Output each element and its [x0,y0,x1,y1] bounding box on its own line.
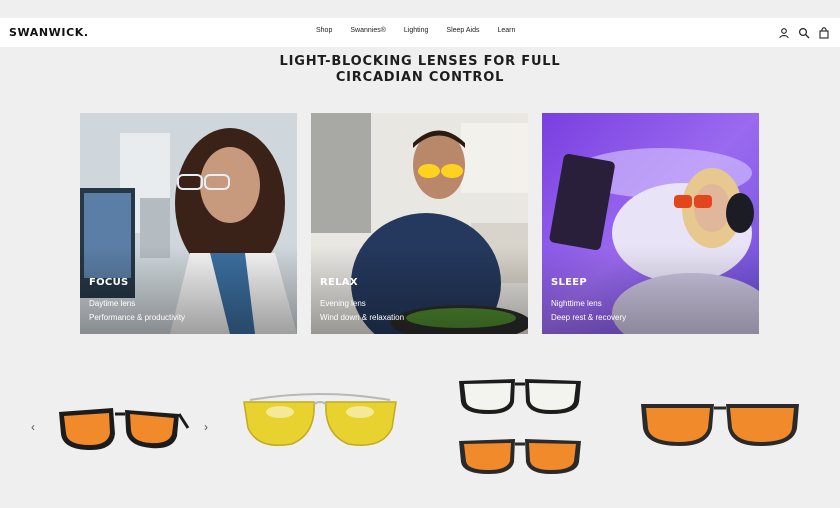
product-amber-rectangular[interactable] [455,436,585,478]
carousel-prev-button[interactable]: ‹ [27,420,39,434]
card-subtitle: Daytime lens [89,299,136,308]
brand-logo[interactable]: SWANWICK. [9,26,89,39]
card-relax[interactable]: RELAX Evening lens Wind down & relaxatio… [311,113,528,334]
product-clear-glasses[interactable] [455,376,585,418]
carousel-next-button[interactable]: › [200,420,212,434]
main-nav: Shop Swannies® Lighting Sleep Aids Learn [316,27,533,34]
card-description: Deep rest & recovery [551,313,627,322]
card-subtitle: Evening lens [320,299,366,308]
page-headline: LIGHT-BLOCKING LENSES FOR FULL CIRCADIAN… [0,54,840,86]
card-focus[interactable]: FOCUS Daytime lens Performance & product… [80,113,297,334]
nav-swannies[interactable]: Swannies® [350,27,386,34]
header-icons [778,26,830,39]
headline-line-1: LIGHT-BLOCKING LENSES FOR FULL [279,54,561,69]
search-icon[interactable] [798,26,810,39]
card-sleep[interactable]: SLEEP Nighttime lens Deep rest & recover… [542,113,759,334]
product-amber-glasses[interactable] [55,400,190,460]
card-title: RELAX [320,277,358,288]
top-strip [0,0,840,18]
nav-shop[interactable]: Shop [316,27,332,34]
nav-sleep-aids[interactable]: Sleep Aids [446,27,479,34]
product-yellow-aviator[interactable] [240,388,400,452]
card-title: FOCUS [89,277,129,288]
nav-lighting[interactable]: Lighting [404,27,429,34]
headline-line-2: CIRCADIAN CONTROL [335,70,505,85]
card-description: Wind down & relaxation [320,313,405,322]
cart-icon[interactable] [818,26,830,39]
account-icon[interactable] [778,26,790,39]
lens-cards: FOCUS Daytime lens Performance & product… [80,113,760,334]
card-description: Performance & productivity [89,313,186,322]
product-amber-fitover[interactable] [638,398,802,452]
card-title: SLEEP [551,277,588,288]
nav-learn[interactable]: Learn [498,27,516,34]
card-subtitle: Nighttime lens [551,299,602,308]
site-header: SWANWICK. Shop Swannies® Lighting Sleep … [0,18,840,47]
